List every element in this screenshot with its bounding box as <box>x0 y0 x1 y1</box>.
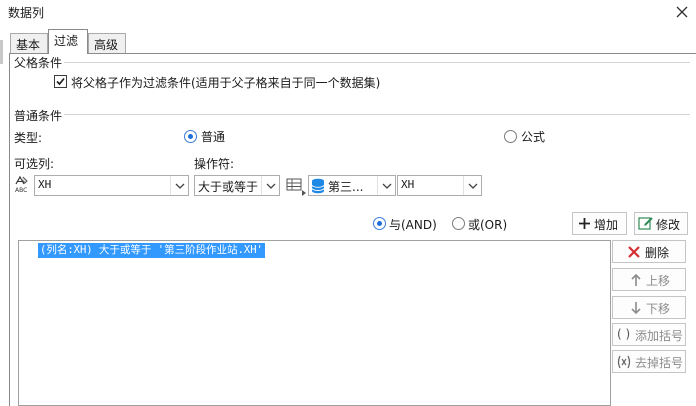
delete-icon <box>627 245 641 262</box>
move-down-button-label: 下移 <box>646 302 671 316</box>
move-up-button[interactable]: 上移 <box>612 268 686 291</box>
chevron-down-icon[interactable] <box>377 176 395 195</box>
add-bracket-button-label: 添加括号 <box>635 329 684 343</box>
column-select-value: XH <box>38 178 52 191</box>
close-icon[interactable] <box>671 1 693 23</box>
dataset-select[interactable]: 第三... <box>308 175 396 196</box>
add-bracket-button[interactable]: ( ) 添加括号 <box>612 323 686 346</box>
remove-bracket-icon <box>616 355 632 372</box>
modify-button[interactable]: 修改 <box>634 212 688 235</box>
chevron-down-icon[interactable] <box>463 176 481 195</box>
text-column-icon[interactable]: ABC <box>14 175 34 195</box>
chevron-down-icon[interactable] <box>261 176 279 195</box>
logic-and-label: 与(AND) <box>389 218 437 232</box>
plus-icon <box>578 217 591 233</box>
parent-condition-title: 父格条件 <box>14 56 63 70</box>
window-title: 数据列 <box>8 6 45 20</box>
parent-filter-checkbox[interactable] <box>54 75 67 88</box>
add-button[interactable]: 增加 <box>572 212 627 235</box>
database-icon <box>311 178 325 194</box>
move-down-button[interactable]: 下移 <box>612 296 686 319</box>
operator-select-value: 大于或等于 <box>198 180 259 194</box>
type-normal-radio[interactable] <box>184 130 197 143</box>
svg-text:ABC: ABC <box>15 187 27 194</box>
bracket-icon: ( ) <box>617 327 631 341</box>
operator-label: 操作符: <box>194 157 235 171</box>
arrow-down-icon <box>630 301 642 318</box>
condition-list[interactable]: (列名:XH) 大于或等于 '第三阶段作业站.XH' <box>18 240 611 406</box>
delete-button-label: 删除 <box>645 246 670 260</box>
left-edge <box>0 40 3 64</box>
type-normal-label: 普通 <box>201 130 226 144</box>
arrow-up-icon <box>630 273 642 290</box>
logic-or-radio[interactable] <box>452 217 465 230</box>
add-button-label: 增加 <box>594 218 619 232</box>
divider <box>64 62 690 63</box>
table-icon[interactable] <box>286 178 302 192</box>
value-column-select-value: XH <box>401 178 415 191</box>
list-item[interactable]: (列名:XH) 大于或等于 '第三阶段作业站.XH' <box>38 243 265 258</box>
remove-bracket-button[interactable]: 去掉括号 <box>612 350 686 373</box>
modify-button-label: 修改 <box>656 218 681 232</box>
tab-basic[interactable]: 基本 <box>10 33 48 53</box>
logic-and-radio[interactable] <box>373 217 386 230</box>
dataset-select-value: 第三... <box>328 180 364 194</box>
operator-select[interactable]: 大于或等于 <box>194 175 280 196</box>
type-label: 类型: <box>14 131 43 145</box>
column-label: 可选列: <box>14 157 55 171</box>
chevron-small-icon <box>302 185 306 196</box>
normal-condition-title: 普通条件 <box>14 109 63 123</box>
delete-button[interactable]: 删除 <box>612 240 686 263</box>
chevron-down-icon[interactable] <box>170 176 188 195</box>
type-formula-label: 公式 <box>521 130 546 144</box>
tab-advanced[interactable]: 高级 <box>88 33 126 53</box>
title-bar <box>0 0 696 27</box>
parent-filter-label: 将父格子作为过滤条件(适用于父子格来自于同一个数据集) <box>71 76 381 90</box>
value-column-select[interactable]: XH <box>397 175 482 196</box>
move-up-button-label: 上移 <box>646 274 671 288</box>
tab-filter[interactable]: 过滤 <box>48 29 88 54</box>
remove-bracket-button-label: 去掉括号 <box>635 356 684 370</box>
divider <box>64 114 690 115</box>
column-select[interactable]: XH <box>34 175 189 196</box>
edit-icon <box>638 216 654 234</box>
type-formula-radio[interactable] <box>504 130 517 143</box>
logic-or-label: 或(OR) <box>468 218 508 232</box>
